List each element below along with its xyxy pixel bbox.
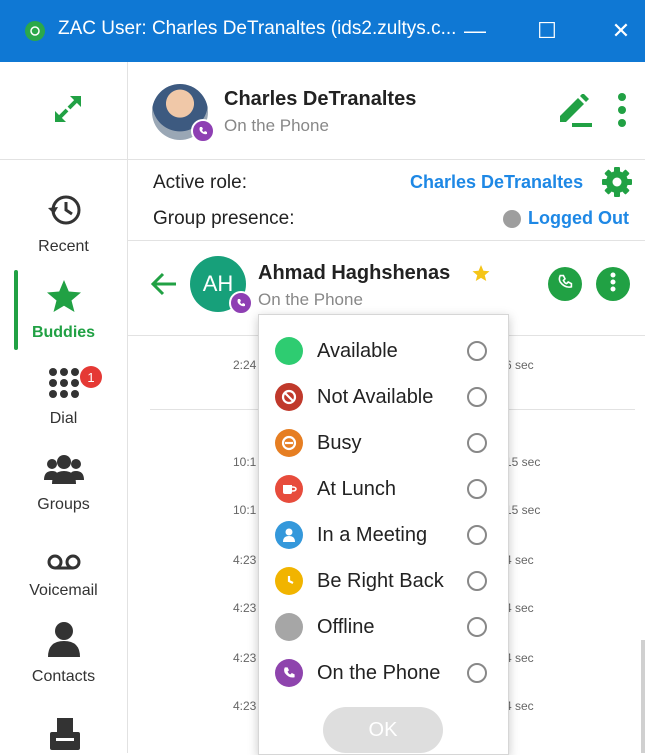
star-icon	[46, 279, 82, 318]
groups-icon	[43, 453, 84, 490]
favorite-star-icon[interactable]	[472, 264, 490, 287]
close-button[interactable]: ✕	[601, 14, 641, 48]
nav-item-groups[interactable]: Groups	[0, 450, 127, 536]
nav-item-buddies[interactable]: Buddies	[0, 278, 127, 364]
option-label: On the Phone	[317, 661, 441, 684]
presence-option-busy[interactable]: Busy	[259, 420, 508, 466]
presence-option-at-lunch[interactable]: At Lunch	[259, 466, 508, 512]
nav-item-recent[interactable]: Recent	[0, 192, 127, 278]
history-time: 4:23	[233, 553, 257, 567]
offline-icon	[275, 613, 303, 641]
contacts-icon	[47, 621, 81, 662]
user-status: On the Phone	[224, 116, 329, 135]
phone-status-icon	[191, 119, 215, 143]
nav-label-recent: Recent	[38, 238, 89, 255]
contact-status: On the Phone	[258, 290, 363, 309]
clock-icon	[275, 567, 303, 595]
nav-label-contacts: Contacts	[31, 668, 96, 685]
option-label: Be Right Back	[317, 569, 444, 592]
voicemail-icon	[47, 553, 81, 576]
edit-pencil-icon[interactable]	[556, 93, 596, 133]
presence-option-available[interactable]: Available	[259, 328, 508, 374]
history-icon	[45, 193, 83, 232]
busy-icon	[275, 429, 303, 457]
option-label: Offline	[317, 615, 375, 638]
history-time: 10:1	[233, 455, 257, 469]
presence-menu: Available Not Available Busy At Lunch In…	[258, 314, 509, 755]
nav-label-buddies: Buddies	[31, 324, 96, 341]
active-role-link[interactable]: Charles DeTranaltes	[410, 172, 583, 193]
radio-in-a-meeting[interactable]	[467, 525, 487, 545]
radio-offline[interactable]	[467, 617, 487, 637]
fax-icon[interactable]	[50, 718, 80, 755]
radio-available[interactable]	[467, 341, 487, 361]
history-duration: 4 sec	[505, 553, 534, 567]
call-button[interactable]	[548, 267, 582, 301]
presence-option-in-a-meeting[interactable]: In a Meeting	[259, 512, 508, 558]
phone-icon	[557, 274, 573, 295]
dial-badge: 1	[80, 366, 102, 388]
group-presence-link[interactable]: Logged Out	[528, 208, 629, 229]
radio-busy[interactable]	[467, 433, 487, 453]
presence-option-not-available[interactable]: Not Available	[259, 374, 508, 420]
nav-item-contacts[interactable]: Contacts	[0, 622, 127, 708]
history-duration: 4 sec	[505, 651, 534, 665]
more-vertical-icon[interactable]	[617, 92, 627, 133]
nav-label-groups: Groups	[37, 496, 90, 513]
lunch-cup-icon	[275, 475, 303, 503]
scrollbar[interactable]	[641, 640, 645, 753]
presence-option-offline[interactable]: Offline	[259, 604, 508, 650]
contact-more-button[interactable]	[596, 267, 630, 301]
window-title: ZAC User: Charles DeTranaltes (ids2.zult…	[58, 18, 457, 39]
history-time: 4:23	[233, 651, 257, 665]
available-icon	[275, 337, 303, 365]
nav-label-dial: Dial	[49, 410, 78, 427]
option-label: In a Meeting	[317, 523, 428, 546]
presence-option-be-right-back[interactable]: Be Right Back	[259, 558, 508, 604]
radio-at-lunch[interactable]	[467, 479, 487, 499]
maximize-button[interactable]: ☐	[527, 14, 567, 48]
radio-be-right-back[interactable]	[467, 571, 487, 591]
dialpad-icon	[48, 367, 80, 404]
back-arrow-icon[interactable]	[150, 271, 178, 302]
history-duration: 15 sec	[505, 503, 541, 517]
history-duration: 15 sec	[505, 455, 541, 469]
minimize-button[interactable]: —	[455, 14, 495, 48]
expand-icon[interactable]	[50, 91, 86, 127]
history-time: 2:24	[233, 358, 257, 372]
contact-phone-status-icon	[229, 291, 253, 315]
history-time: 10:1	[233, 503, 257, 517]
nav-label-voicemail: Voicemail	[29, 582, 98, 599]
nav-item-dial[interactable]: 1 Dial	[0, 364, 127, 450]
radio-not-available[interactable]	[467, 387, 487, 407]
title-bar: ZAC User: Charles DeTranaltes (ids2.zult…	[0, 0, 645, 62]
option-label: At Lunch	[317, 477, 396, 500]
history-duration: 4 sec	[505, 699, 534, 713]
option-label: Busy	[317, 431, 362, 454]
gear-icon[interactable]	[601, 166, 633, 203]
nav-item-voicemail[interactable]: Voicemail	[0, 536, 127, 622]
presence-dot-icon	[503, 210, 521, 228]
expand-area	[0, 62, 127, 160]
radio-on-the-phone[interactable]	[467, 663, 487, 683]
meeting-person-icon	[275, 521, 303, 549]
more-vertical-icon	[610, 272, 616, 297]
history-time: 4:23	[233, 699, 257, 713]
user-name: Charles DeTranaltes	[224, 88, 417, 110]
active-role-label: Active role:	[153, 172, 247, 193]
history-duration: 4 sec	[505, 601, 534, 615]
group-presence-label: Group presence:	[153, 208, 295, 229]
history-duration: 6 sec	[505, 358, 534, 372]
option-label: Not Available	[317, 385, 434, 408]
history-time: 4:23	[233, 601, 257, 615]
ok-button[interactable]: OK	[323, 707, 443, 753]
app-logo-icon	[25, 21, 45, 41]
contact-name: Ahmad Haghshenas	[258, 262, 451, 284]
not-available-icon	[275, 383, 303, 411]
phone-icon	[275, 659, 303, 687]
option-label: Available	[317, 339, 398, 362]
presence-option-on-the-phone[interactable]: On the Phone	[259, 650, 508, 696]
